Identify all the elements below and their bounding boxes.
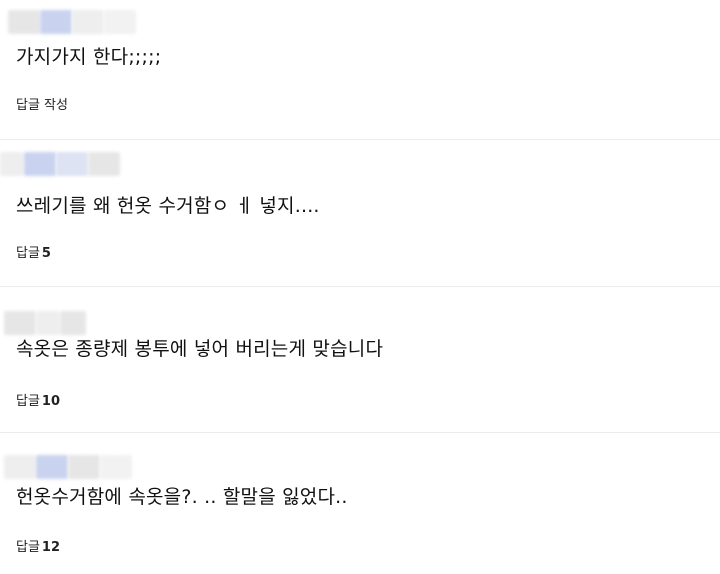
reply-label: 답글 (16, 540, 40, 555)
reply-button[interactable]: 답글 5 (16, 246, 51, 262)
blurred-nickname (8, 8, 136, 36)
comment-text: 쓰레기를 왜 헌옷 수거함ㅇ ㅔ 넣지.... (16, 195, 320, 217)
blurred-nickname (4, 309, 86, 337)
blurred-nickname (0, 150, 120, 178)
divider (0, 432, 720, 433)
reply-count: 5 (41, 246, 51, 261)
blurred-nickname (4, 453, 132, 481)
reply-label: 답글 (16, 394, 40, 409)
reply-count: 12 (41, 540, 61, 555)
reply-button[interactable]: 답글 10 (16, 394, 60, 410)
divider (0, 286, 720, 287)
divider (0, 139, 720, 140)
reply-label: 답글 작성 (16, 98, 68, 113)
reply-label: 답글 (16, 246, 40, 261)
comment-text: 헌옷수거함에 속옷을?. .. 할말을 잃었다.. (16, 486, 348, 508)
comment-text: 속옷은 종량제 봉투에 넣어 버리는게 맞습니다 (16, 338, 384, 360)
reply-button[interactable]: 답글 12 (16, 540, 60, 556)
comment-text: 가지가지 한다;;;;; (16, 46, 162, 68)
write-reply-button[interactable]: 답글 작성 (16, 98, 68, 114)
reply-count: 10 (41, 394, 61, 409)
